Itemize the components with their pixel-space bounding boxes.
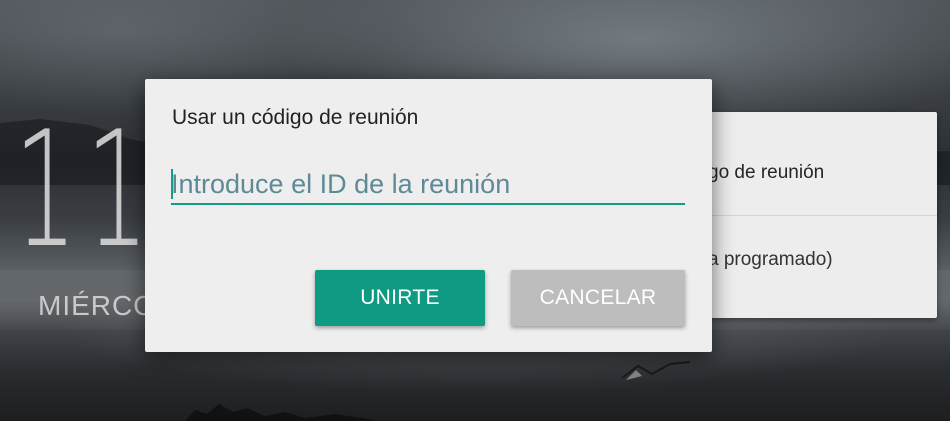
treetops-silhouette	[185, 404, 375, 421]
bird-silhouette	[621, 361, 691, 380]
dialog-title: Usar un código de reunión	[172, 106, 419, 129]
lock-screen-background: 11 MIÉRCO go de reunión a programado) Us…	[0, 0, 950, 421]
meeting-code-dialog: Usar un código de reunión UNIRTE CANCELA…	[145, 79, 712, 352]
lock-screen-date: MIÉRCO	[38, 290, 156, 321]
scheduled-meeting-option[interactable]: a programado)	[708, 249, 950, 271]
text-cursor	[171, 169, 173, 199]
join-button[interactable]: UNIRTE	[315, 270, 485, 326]
meeting-code-option[interactable]: go de reunión	[708, 162, 950, 184]
meeting-id-input[interactable]	[171, 165, 685, 205]
lock-screen-clock: 11	[14, 96, 158, 283]
cancel-button[interactable]: CANCELAR	[511, 270, 685, 326]
